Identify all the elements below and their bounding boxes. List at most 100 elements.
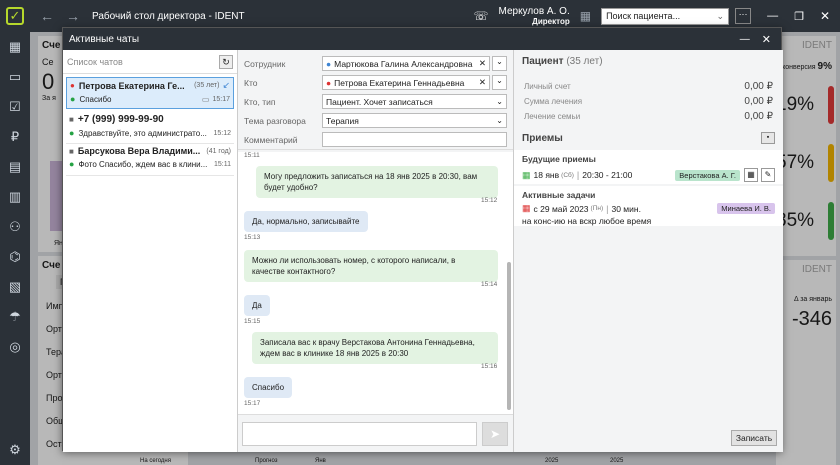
- chat-search-input[interactable]: Список чатов: [67, 57, 219, 67]
- clear-icon[interactable]: ✕: [479, 77, 486, 88]
- future-title: Будущие приемы: [522, 154, 596, 164]
- task-person[interactable]: Минаева И. В.: [717, 203, 775, 214]
- message-input[interactable]: [242, 422, 477, 446]
- person-icon: ●: [70, 81, 75, 90]
- reports-icon[interactable]: ▥: [0, 182, 30, 212]
- person-icon: ●: [326, 58, 332, 69]
- message-time: 15:14: [481, 281, 498, 288]
- edit-icon[interactable]: ✎: [761, 168, 775, 182]
- message-scrollbar[interactable]: [507, 262, 511, 410]
- topic-select[interactable]: Терапия ⌄: [322, 113, 507, 128]
- close-window-icon[interactable]: ✕: [820, 9, 830, 23]
- chat-item-name: +7 (999) 999-99-90: [77, 114, 164, 125]
- chevron-down-icon[interactable]: ⌄: [492, 75, 507, 90]
- active-tasks: Активные задачи ▦ с 29 май 2023 (Пн) | 3…: [514, 186, 783, 226]
- dialog-title: Активные чаты: [69, 33, 140, 45]
- employee-field[interactable]: ● Мартюкова Галина Александровна ✕: [322, 56, 490, 71]
- calendar-small-icon[interactable]: ▦: [744, 168, 758, 182]
- contact-card-icon[interactable]: ▪: [761, 132, 775, 144]
- user-name: Меркулов А. О.: [498, 6, 570, 17]
- future-date[interactable]: 18 янв: [534, 170, 560, 180]
- chevron-down-icon[interactable]: ⌄: [492, 56, 507, 71]
- schedule-icon[interactable]: ▤: [0, 152, 30, 182]
- chat-icon[interactable]: ▭: [0, 62, 30, 92]
- future-day: (Сб): [561, 171, 574, 179]
- forward-arrow-icon[interactable]: →: [66, 8, 80, 24]
- future-appointments: Будущие приемы ▦ 18 янв (Сб) | 20:30 - 2…: [514, 150, 783, 184]
- patient-age: (35 лет): [566, 56, 603, 67]
- maximize-icon[interactable]: ❐: [794, 10, 804, 23]
- dashboard-icon[interactable]: ▦: [0, 32, 30, 62]
- warehouse-icon[interactable]: ▧: [0, 272, 30, 302]
- chat-list-item[interactable]: ■ Барсукова Вера Владими... (41 год) ● Ф…: [66, 144, 234, 176]
- who-type-select[interactable]: Пациент. Хочет записаться ⌄: [322, 94, 507, 109]
- message-list[interactable]: 15:11 Могу предложить записаться на 18 я…: [238, 152, 513, 414]
- whatsapp-icon: ●: [69, 159, 75, 169]
- calendar-icon: ▦: [522, 203, 531, 213]
- comment-input[interactable]: [322, 132, 507, 147]
- chat-item-time: 15:17: [212, 95, 230, 103]
- coin-icon[interactable]: ◎: [0, 332, 30, 362]
- patient-balances: Личный счет 0,00 ₽ Сумма лечения 0,00 ₽ Ле…: [514, 73, 783, 128]
- settings-icon[interactable]: ⚙: [0, 435, 30, 465]
- close-dialog-icon[interactable]: ✕: [762, 33, 771, 46]
- user-role: Директор: [532, 17, 570, 26]
- message-bubble: Да, нормально, записывайте: [244, 211, 368, 232]
- chat-item-time: 15:11: [214, 160, 231, 168]
- message-time: 15:13: [244, 234, 261, 241]
- chat-list-item[interactable]: ■ +7 (999) 999-99-90 ● Здравствуйте, это…: [66, 112, 234, 144]
- conversation-form: Сотрудник ● Мартюкова Галина Александров…: [238, 50, 513, 150]
- message-composer: ➤: [238, 414, 513, 452]
- who-field[interactable]: ● Петрова Екатерина Геннадьевна ✕: [322, 75, 490, 90]
- back-arrow-icon[interactable]: ←: [40, 8, 54, 24]
- future-doctor[interactable]: Верстакова А. Г.: [675, 169, 740, 181]
- tasks-title: Активные задачи: [522, 190, 596, 200]
- employee-value: Мартюкова Галина Александровна: [334, 58, 473, 69]
- umbrella-icon[interactable]: ☂: [0, 302, 30, 332]
- balance-value: 0,00 ₽: [744, 111, 773, 122]
- balance-label: Лечение семьи: [524, 112, 581, 121]
- more-menu-icon[interactable]: ···: [735, 8, 752, 24]
- patient-search-input[interactable]: Поиск пациента... ⌄: [601, 7, 730, 25]
- phone-contact-icon: ■: [69, 115, 74, 124]
- chevron-down-icon: ⌄: [496, 97, 503, 106]
- message-icon: ▭: [201, 94, 210, 104]
- message-text: Могу предложить записаться на 18 янв 202…: [264, 172, 478, 192]
- chat-list-item[interactable]: ● Петрова Екатерина Ге... (35 лет) ↙ ● С…: [66, 77, 234, 109]
- tasks-icon[interactable]: ☑: [0, 92, 30, 122]
- message-bubble: Спасибо: [244, 377, 293, 398]
- minimize-icon[interactable]: —: [767, 10, 778, 22]
- send-arrow-icon: ➤: [489, 427, 501, 441]
- calendar-icon: ▦: [522, 169, 531, 180]
- team-icon[interactable]: ⚇: [0, 212, 30, 242]
- message-time: 15:15: [244, 318, 261, 325]
- minimize-dialog-icon[interactable]: —: [740, 34, 750, 45]
- who-value: Петрова Екатерина Геннадьевна: [334, 77, 465, 88]
- book-button[interactable]: Записать: [731, 430, 777, 446]
- employee-label: Сотрудник: [244, 58, 286, 69]
- user-info[interactable]: Меркулов А. О. Директор: [499, 6, 570, 26]
- message-time: 15:11: [244, 152, 260, 159]
- phone-icon[interactable]: ☏: [473, 9, 488, 23]
- patient-search-placeholder: Поиск пациента...: [606, 11, 681, 21]
- task-day: (Пн): [590, 205, 604, 212]
- message-bubble: Записала вас к врачу Верстакова Антонина…: [252, 332, 498, 364]
- tooth-icon[interactable]: ⌬: [0, 242, 30, 272]
- refresh-icon[interactable]: ↻: [219, 54, 233, 69]
- dialog-header: Активные чаты — ✕: [63, 28, 781, 50]
- app-logo-icon[interactable]: ✓: [0, 0, 30, 32]
- message-text: Спасибо: [252, 383, 285, 392]
- who-type-label: Кто, тип: [244, 96, 276, 107]
- send-button[interactable]: ➤: [482, 422, 508, 446]
- ruble-icon[interactable]: ₽: [0, 122, 30, 152]
- balance-value: 0,00 ₽: [744, 96, 773, 107]
- who-label: Кто: [244, 77, 258, 88]
- calendar-icon[interactable]: ▦: [580, 9, 591, 23]
- chat-item-preview: Спасибо: [79, 94, 112, 104]
- chat-item-age: (41 год): [206, 147, 231, 155]
- patient-title: Пациент: [522, 56, 564, 67]
- message-text: Записала вас к врачу Верстакова Антонина…: [260, 338, 475, 358]
- balance-label: Личный счет: [524, 82, 571, 91]
- app-sidebar: ▦ ▭ ☑ ₽ ▤ ▥ ⚇ ⌬ ▧ ☂ ◎ ⚙: [0, 32, 30, 465]
- clear-icon[interactable]: ✕: [479, 58, 486, 69]
